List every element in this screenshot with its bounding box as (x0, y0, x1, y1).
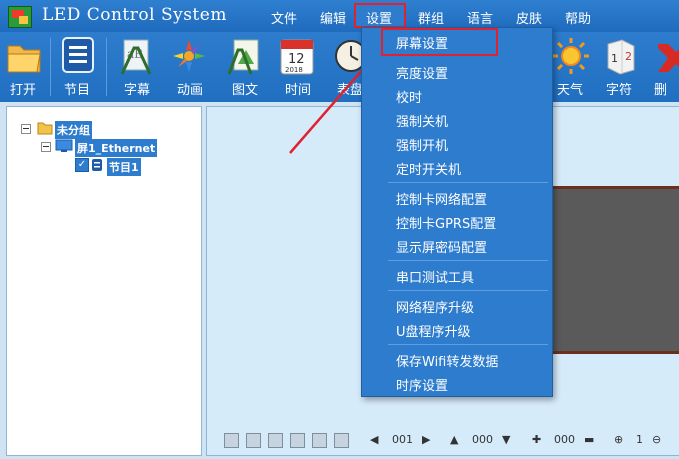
menu-timing-settings[interactable]: 时序设置 (396, 375, 448, 394)
menu-separator (388, 260, 548, 261)
menu-brightness-settings[interactable]: 亮度设置 (396, 63, 448, 82)
menu-scheduled-power[interactable]: 定时开关机 (396, 159, 461, 178)
annotation-arrow (289, 52, 378, 154)
menu-force-on[interactable]: 强制开机 (396, 135, 448, 154)
menu-separator (388, 182, 548, 183)
menu-serial-test-tool[interactable]: 串口测试工具 (396, 267, 474, 286)
menu-usb-upgrade[interactable]: U盘程序升级 (396, 321, 471, 340)
menu-force-off[interactable]: 强制关机 (396, 111, 448, 130)
settings-dropdown: 屏幕设置 亮度设置 校时 强制关机 强制开机 定时开关机 控制卡网络配置 控制卡… (361, 27, 553, 397)
menu-save-wifi-data[interactable]: 保存Wifi转发数据 (396, 351, 498, 370)
menu-separator (388, 290, 548, 291)
menu-network-upgrade[interactable]: 网络程序升级 (396, 297, 474, 316)
menu-network-config[interactable]: 控制卡网络配置 (396, 189, 487, 208)
menu-time-sync[interactable]: 校时 (396, 87, 422, 106)
menu-gprs-config[interactable]: 控制卡GPRS配置 (396, 213, 496, 232)
menu-password-config[interactable]: 显示屏密码配置 (396, 237, 487, 256)
menu-screen-settings[interactable]: 屏幕设置 (396, 33, 448, 52)
menu-separator (388, 344, 548, 345)
